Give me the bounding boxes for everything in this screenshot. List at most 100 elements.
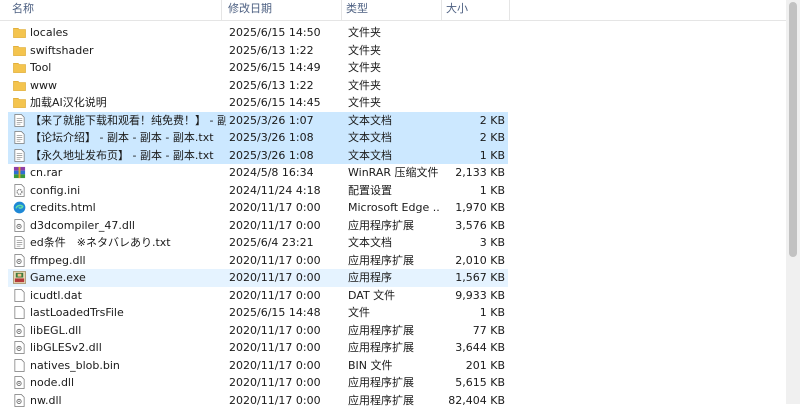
file-row[interactable]: swiftshader 2025/6/13 1:22 文件夹 <box>8 42 508 60</box>
blank-file-icon <box>13 358 26 372</box>
file-size: 1,567 KB <box>455 271 505 284</box>
file-name: 【来了就能下载和观看！纯免费！】 - 副... <box>30 113 226 127</box>
file-size: 201 KB <box>465 358 505 372</box>
file-type: BIN 文件 <box>348 358 393 372</box>
file-name: ed条件 ※ネタバレあり.txt <box>30 236 171 249</box>
file-row[interactable]: nw.dll 2020/11/17 0:00 应用程序扩展 82,404 KB <box>8 392 508 410</box>
file-size: 2 KB <box>479 131 505 144</box>
folder-icon <box>13 79 26 92</box>
file-date: 2020/11/17 0:00 <box>229 218 321 232</box>
file-size: 3 KB <box>479 236 505 249</box>
file-name: lastLoadedTrsFile <box>30 306 124 319</box>
file-row[interactable]: 【论坛介绍】 - 副本 - 副本 - 副本.txt 2025/3/26 1:08 文… <box>8 129 508 147</box>
file-date: 2020/11/17 0:00 <box>229 323 321 337</box>
text-file-icon <box>13 131 26 144</box>
file-size: 3,644 KB <box>455 341 505 354</box>
file-type: 文件夹 <box>348 78 381 92</box>
file-name: libEGL.dll <box>30 323 82 337</box>
file-row[interactable]: natives_blob.bin 2020/11/17 0:00 BIN 文件 201… <box>8 357 508 375</box>
file-row[interactable]: libEGL.dll 2020/11/17 0:00 应用程序扩展 77 KB <box>8 322 508 340</box>
file-name: node.dll <box>30 376 75 389</box>
file-name: ffmpeg.dll <box>30 253 86 267</box>
file-date: 2020/11/17 0:00 <box>229 393 321 407</box>
file-row[interactable]: 加载AI汉化说明 2025/6/15 14:45 文件夹 <box>8 94 508 112</box>
file-type: 应用程序扩展 <box>348 253 414 267</box>
file-row[interactable]: Game.exe 2020/11/17 0:00 应用程序 1,567 KB <box>8 269 508 287</box>
file-type: 配置设置 <box>348 183 392 197</box>
file-date: 2020/11/17 0:00 <box>229 201 321 214</box>
edge-browser-icon <box>13 201 26 214</box>
column-header-name[interactable]: 名称 <box>8 0 222 20</box>
file-type: 文件夹 <box>348 43 381 57</box>
file-name: cn.rar <box>30 166 63 179</box>
file-row[interactable]: locales 2025/6/15 14:50 文件夹 <box>8 24 508 42</box>
file-list: locales 2025/6/15 14:50 文件夹 swiftshader 2025… <box>0 24 786 409</box>
file-size: 3,576 KB <box>455 218 505 232</box>
file-size: 1 KB <box>479 306 505 319</box>
column-header-bar: 名称 修改日期 类型 大小 <box>0 0 786 21</box>
vertical-scrollbar[interactable] <box>786 0 800 404</box>
file-size: 1 KB <box>479 183 505 197</box>
file-type: 文件夹 <box>348 26 381 39</box>
file-row[interactable]: cn.rar 2024/5/8 16:34 WinRAR 压缩文件 2,133 KB <box>8 164 508 182</box>
file-name: 【论坛介绍】 - 副本 - 副本 - 副本.txt <box>30 131 214 144</box>
file-type: 应用程序扩展 <box>348 393 414 407</box>
file-date: 2020/11/17 0:00 <box>229 288 321 302</box>
file-row[interactable]: credits.html 2020/11/17 0:00 Microsoft Edg… <box>8 199 508 217</box>
file-row[interactable]: node.dll 2020/11/17 0:00 应用程序扩展 5,615 KB <box>8 374 508 392</box>
file-date: 2025/6/15 14:49 <box>229 61 321 74</box>
file-size: 2 KB <box>479 113 505 127</box>
file-type: 文件夹 <box>348 96 381 109</box>
file-row[interactable]: config.ini 2024/11/24 4:18 配置设置 1 KB <box>8 182 508 200</box>
file-date: 2025/6/15 14:48 <box>229 306 321 319</box>
file-type: 应用程序扩展 <box>348 341 414 354</box>
file-name: Tool <box>30 61 52 74</box>
file-type: DAT 文件 <box>348 288 396 302</box>
file-row[interactable]: Tool 2025/6/15 14:49 文件夹 <box>8 59 508 77</box>
file-name: 加载AI汉化说明 <box>30 96 107 109</box>
column-header-size[interactable]: 大小 <box>442 0 510 20</box>
file-row[interactable]: libGLESv2.dll 2020/11/17 0:00 应用程序扩展 3,644 … <box>8 339 508 357</box>
file-row[interactable]: d3dcompiler_47.dll 2020/11/17 0:00 应用程序扩展 3… <box>8 217 508 235</box>
file-date: 2025/6/15 14:45 <box>229 96 321 109</box>
file-row[interactable]: icudtl.dat 2020/11/17 0:00 DAT 文件 9,933 KB <box>8 287 508 305</box>
file-row[interactable]: 【来了就能下载和观看！纯免费！】 - 副... 2025/3/26 1:07 文本文… <box>8 111 508 129</box>
file-date: 2025/6/4 23:21 <box>229 236 314 249</box>
blank-file-icon <box>13 306 26 319</box>
file-date: 2025/3/26 1:08 <box>229 148 314 162</box>
file-name: icudtl.dat <box>30 288 82 302</box>
file-name: natives_blob.bin <box>30 358 120 372</box>
file-row[interactable]: ed条件 ※ネタバレあり.txt 2025/6/4 23:21 文本文档 3 KB <box>8 234 508 252</box>
dll-file-icon <box>13 393 26 407</box>
file-size: 2,010 KB <box>455 253 505 267</box>
file-type: 文件夹 <box>348 61 381 74</box>
file-name: locales <box>30 26 69 39</box>
game-exe-icon <box>13 271 26 284</box>
file-type: 应用程序扩展 <box>348 323 414 337</box>
file-date: 2024/5/8 16:34 <box>229 166 314 179</box>
text-file-icon <box>13 236 26 249</box>
file-row[interactable]: www 2025/6/13 1:22 文件夹 <box>8 77 508 95</box>
scrollbar-thumb[interactable] <box>789 2 797 257</box>
column-header-date[interactable]: 修改日期 <box>224 0 342 20</box>
file-date: 2025/3/26 1:08 <box>229 131 314 144</box>
file-row[interactable]: ffmpeg.dll 2020/11/17 0:00 应用程序扩展 2,010 KB <box>8 252 508 270</box>
file-type: WinRAR 压缩文件 <box>348 166 439 179</box>
column-header-type[interactable]: 类型 <box>342 0 442 20</box>
file-name: config.ini <box>30 183 81 197</box>
file-date: 2024/11/24 4:18 <box>229 183 321 197</box>
file-name: d3dcompiler_47.dll <box>30 218 135 232</box>
file-type: 应用程序扩展 <box>348 218 414 232</box>
file-name: swiftshader <box>30 43 94 57</box>
file-row[interactable]: 【永久地址发布页】 - 副本 - 副本.txt 2025/3/26 1:08 文本文… <box>8 146 508 164</box>
folder-icon <box>13 96 26 109</box>
file-type: 文本文档 <box>348 113 392 127</box>
file-size: 5,615 KB <box>455 376 505 389</box>
file-type: 文件 <box>348 306 370 319</box>
file-row[interactable]: lastLoadedTrsFile 2025/6/15 14:48 文件 1 KB <box>8 304 508 322</box>
file-type: 文本文档 <box>348 236 392 249</box>
file-name: www <box>30 78 57 92</box>
dll-file-icon <box>13 218 26 232</box>
settings-file-icon <box>13 183 26 197</box>
file-type: 应用程序扩展 <box>348 376 414 389</box>
